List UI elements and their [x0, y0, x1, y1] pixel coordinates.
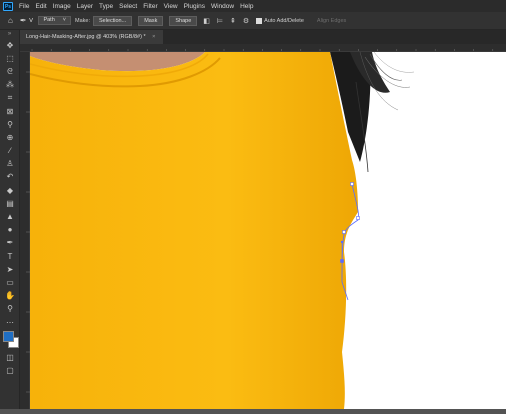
menu-bar: Ps File Edit Image Layer Type Select Fil…: [0, 0, 506, 12]
make-selection-button[interactable]: Selection...: [92, 15, 133, 26]
document-canvas[interactable]: [30, 52, 506, 409]
move-icon[interactable]: ✥: [0, 39, 20, 52]
options-bar: ⌂ ✒ ˅ Path ˅ Make: Selection... Mask Sha…: [0, 12, 506, 30]
ruler-horizontal: 2703003253503754004254504755005255505756…: [20, 44, 506, 52]
crop-icon[interactable]: ⌗: [0, 92, 20, 105]
auto-add-delete-checkbox[interactable]: [256, 17, 263, 24]
document-tab-bar: Long-Hair-Masking-After.jpg @ 403% (RGB/…: [20, 30, 506, 44]
history-brush-icon[interactable]: ↶: [0, 171, 20, 184]
hand-icon[interactable]: ✋: [0, 290, 20, 303]
menu-view[interactable]: View: [164, 3, 178, 10]
dodge-icon[interactable]: ●: [0, 224, 20, 237]
path-arrangement-icon[interactable]: ⇞: [230, 17, 236, 25]
menu-window[interactable]: Window: [211, 3, 234, 10]
rectangle-icon[interactable]: ▭: [0, 276, 20, 289]
collapse-panel-icon[interactable]: »: [0, 30, 19, 39]
gradient-icon[interactable]: ▤: [0, 197, 20, 210]
ruler-vertical-ticks: [26, 71, 30, 393]
menu-file[interactable]: File: [19, 3, 29, 10]
menu-image[interactable]: Image: [53, 3, 71, 10]
path-alignment-icon[interactable]: ⊨: [217, 17, 223, 25]
frame-icon[interactable]: ⊠: [0, 105, 20, 118]
pen-tool-preset-icon[interactable]: ✒ ˅: [20, 16, 34, 25]
zoom-icon[interactable]: ⚲: [0, 303, 20, 316]
menu-type[interactable]: Type: [99, 3, 113, 10]
shirt: [30, 52, 358, 409]
pen-mode-select[interactable]: Path ˅: [38, 16, 71, 25]
brush-icon[interactable]: ∕: [0, 145, 20, 158]
auto-add-delete-label: Auto Add/Delete: [264, 17, 304, 24]
make-shape-button[interactable]: Shape: [169, 15, 198, 26]
path-selection-icon[interactable]: ➤: [0, 263, 20, 276]
photoshop-logo-icon[interactable]: Ps: [3, 1, 13, 11]
document-tab[interactable]: Long-Hair-Masking-After.jpg @ 403% (RGB/…: [20, 30, 164, 44]
magic-wand-icon[interactable]: ⁂: [0, 79, 20, 92]
eraser-icon[interactable]: ◆: [0, 184, 20, 197]
type-icon[interactable]: T: [0, 250, 20, 263]
home-icon[interactable]: ⌂: [8, 16, 13, 25]
ruler-vertical: [20, 52, 30, 409]
path-operations-icon[interactable]: ◧: [203, 17, 210, 25]
blur-icon[interactable]: ▲: [0, 210, 20, 223]
menu-edit[interactable]: Edit: [35, 3, 46, 10]
menu-layer[interactable]: Layer: [77, 3, 93, 10]
healing-brush-icon[interactable]: ⊕: [0, 131, 20, 144]
menu-help[interactable]: Help: [240, 3, 253, 10]
marquee-icon[interactable]: ⬚: [0, 52, 20, 65]
document-tab-title: Long-Hair-Masking-After.jpg @ 403% (RGB/…: [26, 34, 146, 40]
make-label: Make:: [75, 17, 90, 24]
pen-icon[interactable]: ✒: [0, 237, 20, 250]
menu-filter[interactable]: Filter: [143, 3, 157, 10]
more-tools-icon[interactable]: ⋯: [0, 316, 20, 329]
foreground-color-swatch[interactable]: [3, 331, 14, 343]
tools-panel: » ✥ ⬚ ᘓ ⁂ ⌗ ⊠ ⚲ ⊕ ∕ ♙ ↶ ◆ ▤ ▲ ● ✒ T ➤ ▭ …: [0, 30, 20, 409]
eyedropper-icon[interactable]: ⚲: [0, 118, 20, 131]
align-edges-label: Align Edges: [316, 17, 347, 24]
menu-plugins[interactable]: Plugins: [184, 3, 205, 10]
pen-mode-value: Path: [43, 17, 55, 23]
menu-select[interactable]: Select: [119, 3, 137, 10]
image-content: [30, 52, 415, 409]
lasso-icon[interactable]: ᘓ: [0, 65, 20, 78]
screen-mode-icon[interactable]: ▢: [0, 364, 20, 377]
make-mask-button[interactable]: Mask: [138, 15, 164, 26]
quick-mask-icon[interactable]: ◫: [0, 351, 20, 364]
clone-stamp-icon[interactable]: ♙: [0, 158, 20, 171]
chevron-down-icon: ˅: [62, 17, 66, 23]
color-swatches: [0, 329, 20, 351]
close-icon[interactable]: ×: [152, 34, 155, 40]
gear-icon[interactable]: ⚙: [243, 17, 249, 25]
